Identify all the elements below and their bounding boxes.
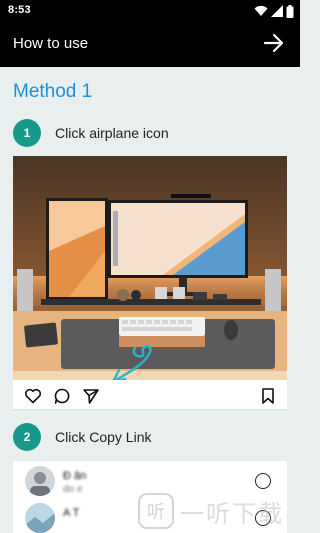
status-icons: [254, 4, 294, 18]
wifi-icon: [254, 5, 268, 16]
watermark-text: 一听下载: [180, 499, 284, 528]
step-1: 1 Click airplane icon: [13, 119, 169, 147]
desk-setup-illustration: [13, 156, 287, 380]
step-label: Click airplane icon: [55, 125, 169, 141]
status-time: 8:53: [8, 4, 31, 16]
post-action-bar: [13, 380, 287, 410]
contact-username: do e: [63, 484, 83, 495]
send-icon[interactable]: [82, 387, 100, 405]
app-bar: How to use: [0, 22, 300, 67]
svg-text:听: 听: [147, 502, 165, 523]
tutorial-photo: [13, 156, 287, 380]
step-number-badge: 1: [13, 119, 41, 147]
contact-name: Đ ân: [63, 470, 87, 482]
avatar: [25, 466, 55, 496]
battery-icon: [286, 4, 294, 18]
signal-icon: [271, 5, 283, 17]
step-2: 2 Click Copy Link: [13, 423, 151, 451]
step-label: Click Copy Link: [55, 429, 152, 445]
page-title: How to use: [13, 35, 89, 52]
comment-icon[interactable]: [53, 387, 71, 405]
contact-name: A T: [63, 507, 80, 519]
watermark-logo-icon: 听: [138, 493, 174, 529]
arrow-right-icon[interactable]: [263, 32, 285, 54]
avatar: [25, 503, 55, 533]
bookmark-icon[interactable]: [259, 387, 277, 405]
step-number-badge: 2: [13, 423, 41, 451]
status-bar: 8:53: [0, 0, 300, 22]
select-radio[interactable]: [255, 473, 271, 489]
watermark: 听 一听下载: [138, 490, 296, 532]
heart-icon[interactable]: [24, 387, 42, 405]
method-title: Method 1: [13, 81, 93, 102]
